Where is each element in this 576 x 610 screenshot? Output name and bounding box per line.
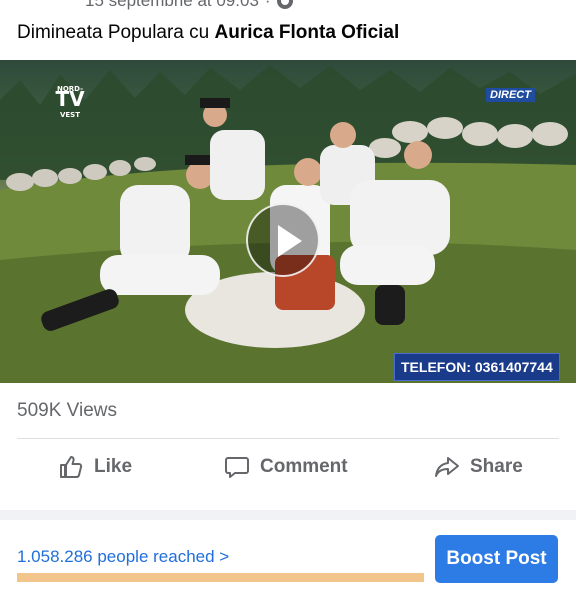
channel-logo: NORD-VEST TV <box>50 85 90 119</box>
like-label: Like <box>94 456 133 477</box>
people-reached-text: 1.058.286 people reached <box>17 547 215 566</box>
post-date: 15 septembrie at 09:03 <box>85 0 259 10</box>
play-icon[interactable] <box>246 203 320 277</box>
chevron-right-icon: > <box>219 547 230 566</box>
boost-post-button[interactable]: Boost Post <box>435 535 558 583</box>
share-icon <box>435 457 459 477</box>
page-name-link[interactable]: Aurica Flonta Oficial <box>215 22 400 43</box>
comment-label: Comment <box>260 456 348 477</box>
comment-button[interactable]: Comment <box>224 454 348 480</box>
post-text-prefix: Dimineata Populara cu <box>17 22 215 43</box>
divider <box>17 438 559 439</box>
phone-banner: TELEFON: 0361407744 <box>394 353 560 381</box>
reach-progress-fill <box>17 573 424 582</box>
thumbs-up-icon <box>60 456 83 478</box>
share-button[interactable]: Share <box>434 454 523 480</box>
video-player[interactable]: NORD-VEST TV DIRECT TELEFON: 0361407744 <box>0 60 576 383</box>
people-reached-link[interactable]: 1.058.286 people reached > <box>17 547 229 567</box>
view-count[interactable]: 509K Views <box>17 400 117 422</box>
channel-logo-small: NORD-VEST <box>56 85 84 119</box>
post-text: Dimineata Populara cu Aurica Flonta Ofic… <box>17 22 399 44</box>
share-label: Share <box>470 456 523 477</box>
reach-progress-bar <box>17 573 424 582</box>
like-button[interactable]: Like <box>58 454 132 480</box>
live-badge: DIRECT <box>486 88 535 102</box>
post-meta: 15 septembrie at 09:03 · <box>85 0 293 11</box>
globe-icon <box>276 0 293 9</box>
action-bar: Like Comment Share <box>0 444 576 492</box>
comment-icon <box>225 457 249 478</box>
